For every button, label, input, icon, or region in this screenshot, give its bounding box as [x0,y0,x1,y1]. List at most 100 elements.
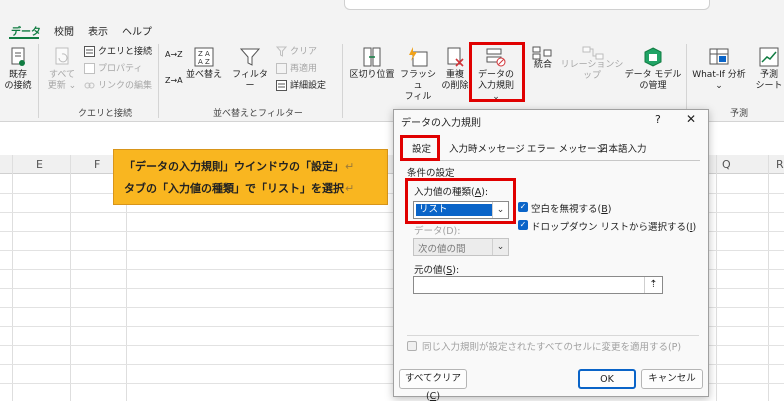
sort-az-label: A→Z [165,50,183,59]
remove-duplicates-icon [447,47,464,67]
text-to-columns-button[interactable]: 区切り位置 [348,46,396,81]
source-input[interactable]: ⇡ [413,276,663,294]
consolidate-icon [532,46,552,60]
ignore-blank-checkbox[interactable]: ✓ [518,202,528,212]
properties-button[interactable]: プロパティ [84,62,142,76]
consolidate-button[interactable]: 統合 [527,60,559,71]
in-cell-dropdown-text: ドロップダウン リストから選択する( [531,222,690,233]
settings-tab-highlight [400,135,440,161]
filter-button[interactable]: フィルター [230,46,270,92]
flash-fill-label-1: フラッシュ [399,70,436,91]
existing-connections-icon [11,47,25,66]
properties-icon [84,63,95,74]
ok-button[interactable]: OK [578,369,636,389]
title-bar [0,0,784,22]
consolidate-label: 統合 [533,60,552,70]
sort-az-button[interactable]: A→Z [165,48,183,62]
text-to-columns-icon [363,47,381,67]
whatif-label-2: ⌄ [715,81,723,91]
remove-dup-label-2: の削除 [441,81,469,91]
apply-all-label: 同じ入力規則が設定されたすべてのセルに変更を適用する(P) [422,342,682,353]
reapply-button[interactable]: 再適用 [276,62,317,76]
collapse-dialog-icon[interactable]: ⇡ [644,277,662,293]
ignore-blank-text: 空白を無視する( [531,204,602,215]
tab-divider [405,160,700,161]
advanced-button[interactable]: 詳細設定 [276,79,326,93]
column-header-r[interactable]: R [776,158,784,171]
callout-text-2: タブの「入力値の種類」で「リスト」を選択 [124,182,344,195]
cancel-button[interactable]: キャンセル [641,369,703,389]
relationships-button[interactable]: リレーションシップ [558,60,626,82]
section-label: 条件の設定 [407,168,455,179]
existing-connections-button[interactable]: 既存 の接続 [2,46,34,92]
sort-button[interactable]: Z AA Z 並べ替え [186,46,222,81]
data-validation-highlight [469,42,525,102]
flash-fill-label-2: フィル [404,92,432,102]
flash-fill-button[interactable]: フラッシュ フィル [399,46,437,103]
column-header-q[interactable]: Q [722,158,731,171]
tab-data[interactable]: データ [11,23,41,38]
sort-za-label: Z→A [165,76,183,85]
clear-filter-icon [276,46,287,57]
return-mark: ↵ [345,160,355,173]
reapply-icon [276,63,287,74]
source-key: S [446,265,453,276]
in-cell-dropdown-checkbox[interactable]: ✓ [518,220,528,230]
tab-view[interactable]: 表示 [88,23,108,38]
tab-help[interactable]: ヘルプ [122,23,152,38]
tab-review[interactable]: 校閲 [54,23,74,38]
forecast-label-2: シート [755,81,783,91]
existing-label-1: 既存 [8,70,27,80]
queries-connections-label: クエリと接続 [98,47,153,57]
return-mark: ↵ [345,182,355,195]
apply-all-checkbox[interactable] [407,341,417,351]
data-select[interactable]: 次の値の間 ⌄ [413,238,509,256]
ignore-blank-label: 空白を無視する(B) [531,204,612,215]
advanced-filter-icon [276,80,287,91]
text-to-columns-label: 区切り位置 [349,70,395,80]
ignore-blank-key: B [601,204,608,215]
group-label-queries: クエリと接続 [78,109,133,119]
data-label: データ(D): [414,226,461,237]
separator [686,44,687,118]
clear-all-button[interactable]: すべてクリア(C) [399,369,467,401]
advanced-label: 詳細設定 [290,81,327,91]
sort-label: 並べ替え [186,70,223,80]
reapply-label: 再適用 [290,64,318,74]
clear-button[interactable]: クリア [276,45,317,59]
svg-text:Z A: Z A [198,50,210,58]
refresh-all-button[interactable]: すべて 更新 ⌄ [44,46,80,92]
data-value: 次の値の間 [418,244,466,255]
sort-za-button[interactable]: Z→A [165,74,183,88]
column-header-e[interactable]: E [36,158,43,171]
edit-links-label: リンクの編集 [98,81,153,91]
callout-line-1: 「データの入力規則」ウインドウの「設定」↵ [124,156,377,178]
flash-fill-icon [409,47,428,67]
data-model-icon [644,47,662,67]
properties-label: プロパティ [98,64,143,74]
remove-duplicates-button[interactable]: 重複 の削除 [439,46,471,92]
queries-connections-button[interactable]: クエリと接続 [84,45,152,59]
clear-label: クリア [290,47,318,57]
forecast-sheet-button[interactable]: 予測 シート [754,46,784,92]
close-icon[interactable]: ✕ [686,112,696,126]
whatif-button[interactable]: What-If 分析 ⌄ [690,46,748,92]
clear-all-key: C [429,391,437,401]
forecast-icon [759,47,779,67]
sort-icon: Z AA Z [194,47,214,67]
help-icon[interactable]: ? [655,113,661,126]
allow-highlight [405,178,516,224]
existing-label-2: の接続 [4,81,32,91]
search-box[interactable] [344,0,710,10]
filter-icon [239,48,261,66]
filter-label: フィルター [232,70,268,91]
forecast-label-1: 予測 [759,70,778,80]
queries-icon [84,46,95,57]
data-model-button[interactable]: データ モデル の管理 [624,46,682,92]
tab-ime[interactable]: 日本語入力 [596,141,650,159]
tab-input-message[interactable]: 入力時メッセージ [446,141,528,159]
edit-links-button[interactable]: リンクの編集 [84,79,152,93]
chevron-down-icon: ⌄ [492,239,508,255]
divider [407,335,699,336]
column-header-f[interactable]: F [94,158,100,171]
